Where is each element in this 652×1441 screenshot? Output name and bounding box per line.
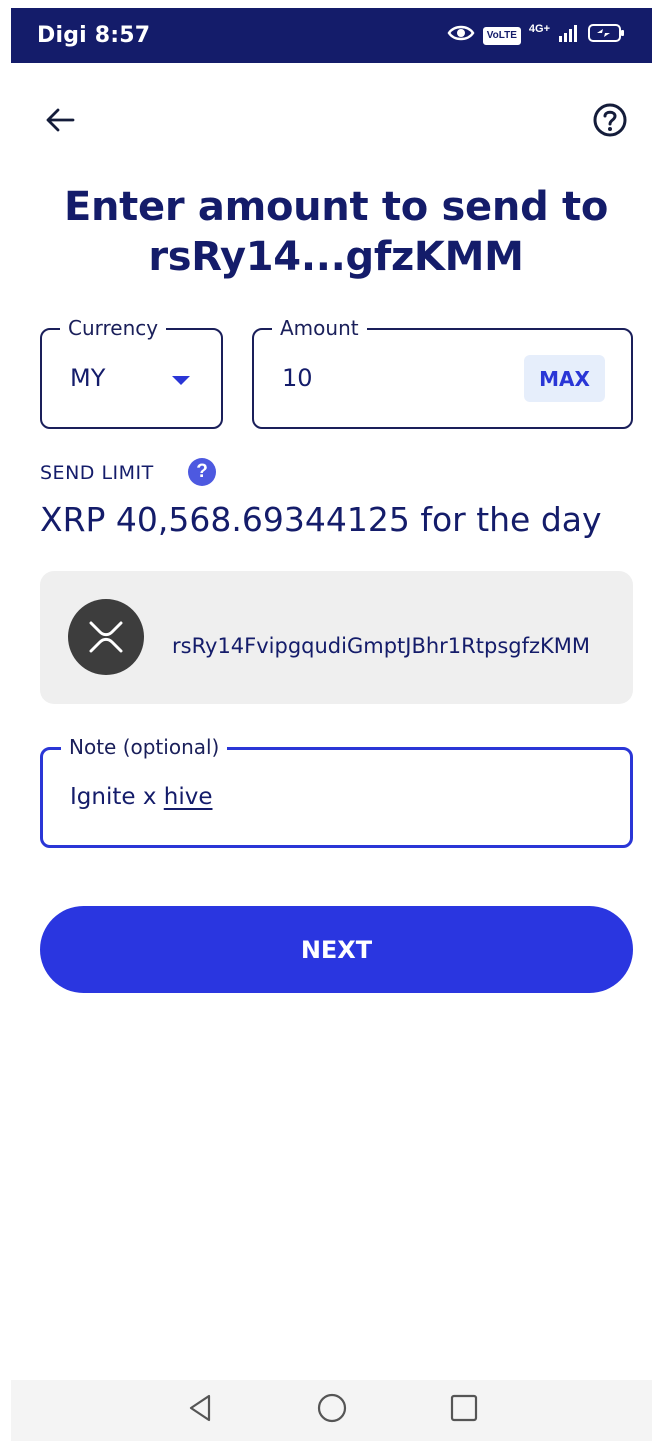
currency-label: Currency — [60, 316, 167, 340]
square-recents-icon — [449, 1393, 479, 1428]
carrier-time: Digi 8:57 — [37, 23, 151, 48]
network-type: 4G+ — [528, 23, 550, 35]
currency-select[interactable]: Currency MY — [40, 316, 223, 429]
amount-label: Amount — [272, 316, 367, 340]
status-bar: Digi 8:57 VoLTE 4G+ — [11, 8, 652, 63]
nav-back-button[interactable] — [180, 1391, 220, 1431]
amount-field[interactable]: Amount 10 MAX — [252, 316, 633, 429]
nav-recents-button[interactable] — [444, 1391, 484, 1431]
currency-value: MY — [70, 364, 106, 392]
arrow-left-icon — [45, 107, 75, 138]
note-text: Ignite x — [70, 784, 164, 810]
status-icons: VoLTE 4G+ — [447, 23, 626, 48]
max-button[interactable]: MAX — [524, 355, 605, 402]
top-bar — [0, 90, 652, 150]
send-limit-value: XRP 40,568.69344125 for the day — [40, 500, 602, 539]
system-nav-bar — [11, 1380, 652, 1441]
back-button[interactable] — [40, 102, 80, 142]
page-title: Enter amount to send to rsRy14...gfzKMM — [63, 184, 609, 280]
help-button[interactable] — [590, 102, 630, 142]
battery-icon — [588, 23, 626, 48]
recipient-card: rsRy14FvipgqudiGmptJBhr1RtpsgfzKMM — [40, 571, 633, 704]
nav-home-button[interactable] — [312, 1391, 352, 1431]
xrp-icon — [68, 599, 144, 675]
recipient-address: rsRy14FvipgqudiGmptJBhr1RtpsgfzKMM — [172, 634, 591, 658]
send-limit-help-icon[interactable]: ? — [188, 458, 216, 486]
caret-down-icon — [172, 376, 190, 385]
eye-icon — [447, 24, 475, 47]
send-limit-label: SEND LIMIT — [40, 462, 154, 484]
triangle-back-icon — [187, 1393, 213, 1428]
signal-icon — [558, 24, 580, 47]
circle-home-icon — [316, 1392, 348, 1429]
note-field[interactable]: Note (optional) Ignite x hive — [40, 735, 633, 848]
next-button[interactable]: NEXT — [40, 906, 633, 993]
question-circle-icon — [592, 102, 628, 143]
note-label: Note (optional) — [61, 735, 228, 759]
note-value[interactable]: Ignite x hive — [70, 784, 213, 810]
amount-value[interactable]: 10 — [282, 364, 313, 392]
volte-icon: VoLTE — [482, 26, 521, 45]
note-autocorrect-word: hive — [163, 784, 213, 810]
